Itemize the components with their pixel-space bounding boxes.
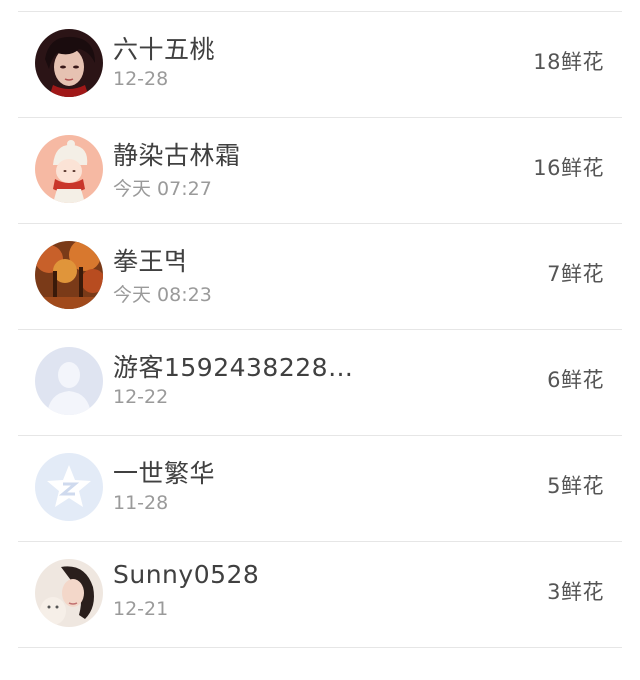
divider: [18, 647, 622, 648]
flower-count: 6鲜花: [547, 368, 604, 392]
timestamp: 12-22: [113, 386, 169, 408]
default-user-avatar-icon[interactable]: [35, 347, 103, 415]
user-name: 拳王멱: [113, 247, 188, 276]
qzone-star-avatar-icon[interactable]: [35, 453, 103, 521]
flower-count: 3鲜花: [547, 580, 604, 604]
timestamp: 12-28: [113, 68, 169, 90]
timestamp: 今天 07:27: [113, 178, 212, 200]
user-name: 一世繁华: [113, 459, 216, 488]
flower-count: 5鲜花: [547, 474, 604, 498]
list-item[interactable]: 拳王멱 今天 08:23 7鲜花: [0, 224, 640, 330]
list-item[interactable]: 静染古林霜 今天 07:27 16鲜花: [0, 118, 640, 224]
timestamp: 12-21: [113, 598, 169, 620]
user-name: 六十五桃: [113, 35, 216, 64]
user-name: 静染古林霜: [113, 141, 241, 170]
flower-ranking-list: 六十五桃 12-28 18鲜花 静染古林霜 今天 07:27 16鲜花 拳王멱 …: [0, 0, 640, 680]
autumn-forest-avatar-icon[interactable]: [35, 241, 103, 309]
list-item[interactable]: Sunny0528 12-21 3鲜花: [0, 542, 640, 648]
user-name: Sunny0528: [113, 560, 260, 589]
user-name: 游客1592438228…: [113, 353, 354, 382]
timestamp: 11-28: [113, 492, 169, 514]
girl-photo-avatar-icon[interactable]: [35, 559, 103, 627]
flower-count: 7鲜花: [547, 262, 604, 286]
list-item[interactable]: 游客1592438228… 12-22 6鲜花: [0, 330, 640, 436]
timestamp: 今天 08:23: [113, 284, 212, 306]
flower-count: 18鲜花: [533, 50, 604, 74]
flower-count: 16鲜花: [533, 156, 604, 180]
winter-girl-avatar-icon[interactable]: [35, 135, 103, 203]
anime-man-avatar-icon[interactable]: [35, 29, 103, 97]
list-item[interactable]: 六十五桃 12-28 18鲜花: [0, 12, 640, 118]
list-item[interactable]: 一世繁华 11-28 5鲜花: [0, 436, 640, 542]
